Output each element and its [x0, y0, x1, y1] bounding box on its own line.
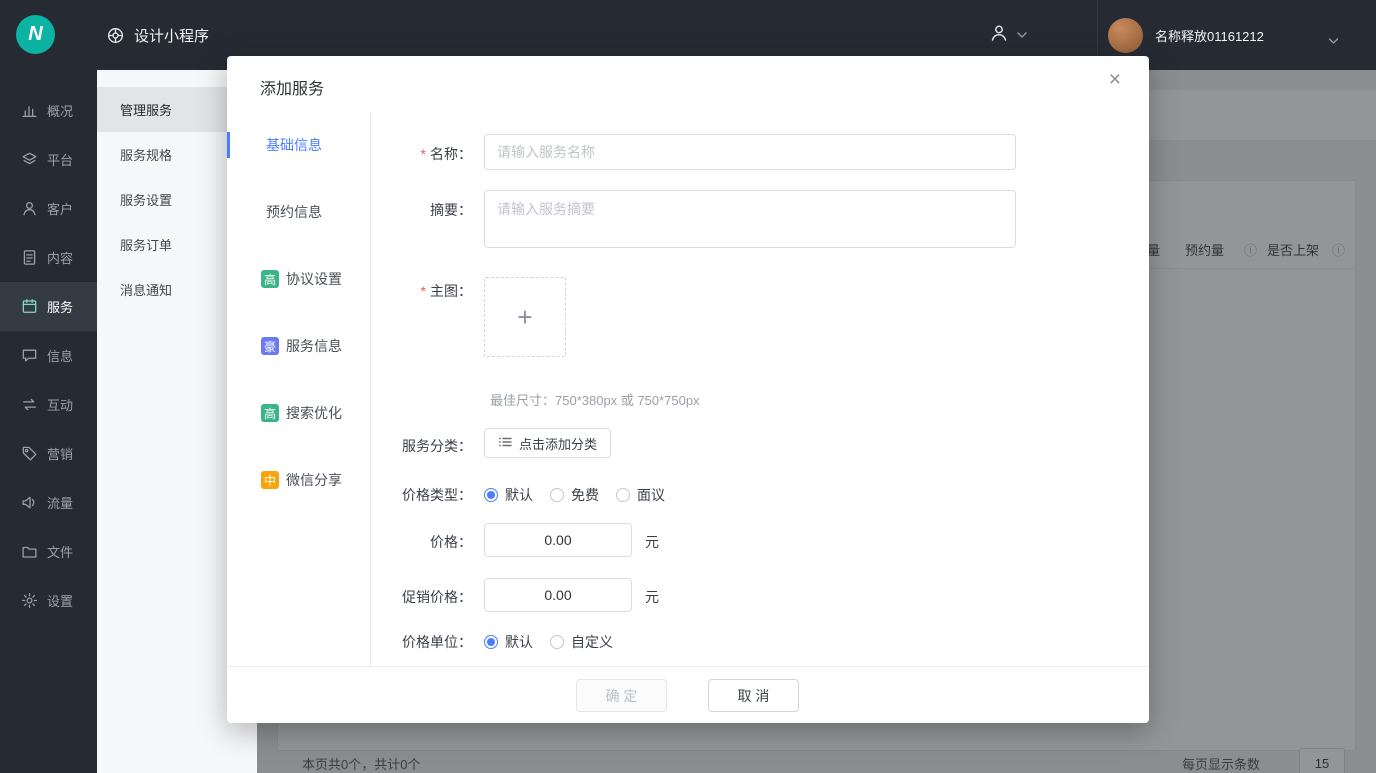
- confirm-button[interactable]: 确 定: [576, 679, 667, 712]
- promo-price-input[interactable]: [484, 578, 632, 612]
- price-unit-label: 价格单位：: [402, 634, 472, 650]
- customer-icon: [21, 200, 38, 217]
- platform-icon: [21, 151, 38, 168]
- submenu-item-label: 服务规格: [120, 148, 173, 163]
- main-image-label: * 主图：: [420, 283, 472, 299]
- sidebar-item-marketing[interactable]: 营销: [0, 429, 97, 478]
- service-summary-label: 摘要：: [430, 202, 472, 218]
- megaphone-icon: [21, 494, 38, 511]
- sidebar-item-content[interactable]: 内容: [0, 233, 97, 282]
- submenu-item-label: 消息通知: [120, 283, 173, 298]
- sidebar: 概况 平台 客户 内容 服务 信息 互动 营销 流量 文件 设置: [0, 70, 97, 773]
- tag-icon: [21, 445, 38, 462]
- logo-letter: N: [28, 23, 43, 45]
- price-input[interactable]: [484, 523, 632, 557]
- category-label: 服务分类：: [402, 438, 472, 454]
- document-icon: [21, 249, 38, 266]
- sidebar-item-label: 概况: [47, 104, 74, 119]
- sidebar-item-customers[interactable]: 客户: [0, 184, 97, 233]
- sidebar-item-services[interactable]: 服务: [0, 282, 97, 331]
- sidebar-item-label: 互动: [47, 398, 74, 413]
- price-type-label: 价格类型：: [402, 487, 472, 503]
- app-switcher[interactable]: 设计小程序: [106, 0, 209, 70]
- price-unit: 元: [645, 534, 659, 550]
- promo-price-unit: 元: [645, 589, 659, 605]
- modal-title: 添加服务: [260, 81, 325, 98]
- app-title: 设计小程序: [134, 27, 210, 45]
- modal-footer: 确 定 取 消: [227, 666, 1149, 723]
- service-summary-textarea[interactable]: [484, 190, 1016, 248]
- radio-icon: [550, 488, 564, 502]
- modal-form: *名称： 摘要： *主图： + 最佳尺寸：750*380px 或 750*750…: [227, 112, 1149, 666]
- cancel-button[interactable]: 取 消: [708, 679, 799, 712]
- price-type-radio-default[interactable]: 默认: [484, 485, 533, 505]
- promo-price-label: 促销价格：: [402, 589, 472, 605]
- overview-icon: [21, 102, 38, 119]
- sidebar-item-label: 营销: [47, 447, 74, 462]
- main-image-upload[interactable]: +: [484, 277, 566, 357]
- price-unit-radio-custom[interactable]: 自定义: [550, 632, 613, 652]
- sidebar-item-label: 内容: [47, 251, 74, 266]
- folder-icon: [21, 543, 38, 560]
- sidebar-item-messages[interactable]: 信息: [0, 331, 97, 380]
- add-category-label: 点击添加分类: [519, 436, 598, 452]
- list-icon: [498, 435, 512, 452]
- sidebar-item-label: 文件: [47, 545, 74, 560]
- radio-selected-icon: [484, 488, 498, 502]
- price-type-radio-group: 默认 免费 面议: [484, 485, 665, 505]
- sidebar-item-interaction[interactable]: 互动: [0, 380, 97, 429]
- user-icon: [988, 22, 1010, 49]
- app-root: N 设计小程序 名称释放01161212 概况 平台 客户 内容 服务 信息 互…: [0, 0, 1376, 773]
- price-type-radio-negotiable[interactable]: 面议: [616, 485, 665, 505]
- price-unit-radio-group: 默认 自定义: [484, 632, 613, 652]
- sidebar-item-label: 设置: [47, 594, 74, 609]
- service-name-input[interactable]: [484, 134, 1016, 170]
- image-size-hint: 最佳尺寸：750*380px 或 750*750px: [490, 393, 700, 408]
- submenu-item-label: 服务订单: [120, 238, 173, 253]
- gear-icon: [21, 592, 38, 609]
- sidebar-item-label: 服务: [47, 300, 74, 315]
- sidebar-item-overview[interactable]: 概况: [0, 86, 97, 135]
- sidebar-item-files[interactable]: 文件: [0, 527, 97, 576]
- app-gear-icon: [106, 26, 125, 45]
- message-icon: [21, 347, 38, 364]
- plus-icon: +: [517, 301, 533, 332]
- sidebar-item-platform[interactable]: 平台: [0, 135, 97, 184]
- submenu-item-label: 服务设置: [120, 193, 173, 208]
- sidebar-item-traffic[interactable]: 流量: [0, 478, 97, 527]
- radio-selected-icon: [484, 635, 498, 649]
- sidebar-item-label: 流量: [47, 496, 74, 511]
- user-name: 名称释放01161212: [1155, 28, 1264, 44]
- services-icon: [21, 298, 38, 315]
- chevron-down-icon[interactable]: [1328, 32, 1339, 50]
- sidebar-item-label: 信息: [47, 349, 74, 364]
- modal-body: 基础信息 预约信息 高 协议设置 豪 服务信息 高 搜索优化 中 微信分享 * …: [227, 112, 1149, 666]
- submenu-item-label: 管理服务: [120, 103, 173, 118]
- radio-icon: [616, 488, 630, 502]
- required-asterisk: *: [420, 283, 426, 299]
- add-service-modal: 添加服务 × 基础信息 预约信息 高 协议设置 豪 服务信息 高 搜索优化 中 …: [227, 56, 1149, 723]
- close-icon[interactable]: ×: [1109, 69, 1121, 90]
- price-type-radio-free[interactable]: 免费: [550, 485, 599, 505]
- service-name-label: * 名称：: [420, 146, 472, 162]
- radio-icon: [550, 635, 564, 649]
- sidebar-item-label: 客户: [47, 202, 74, 217]
- interaction-icon: [21, 396, 38, 413]
- app-logo[interactable]: N: [16, 15, 55, 54]
- price-unit-radio-default[interactable]: 默认: [484, 632, 533, 652]
- chevron-down-icon: [1017, 26, 1027, 44]
- sidebar-item-label: 平台: [47, 153, 74, 168]
- price-label: 价格：: [430, 534, 472, 550]
- add-category-button[interactable]: 点击添加分类: [484, 428, 612, 458]
- required-asterisk: *: [420, 146, 426, 162]
- avatar: [1108, 17, 1143, 53]
- sidebar-item-settings[interactable]: 设置: [0, 576, 97, 625]
